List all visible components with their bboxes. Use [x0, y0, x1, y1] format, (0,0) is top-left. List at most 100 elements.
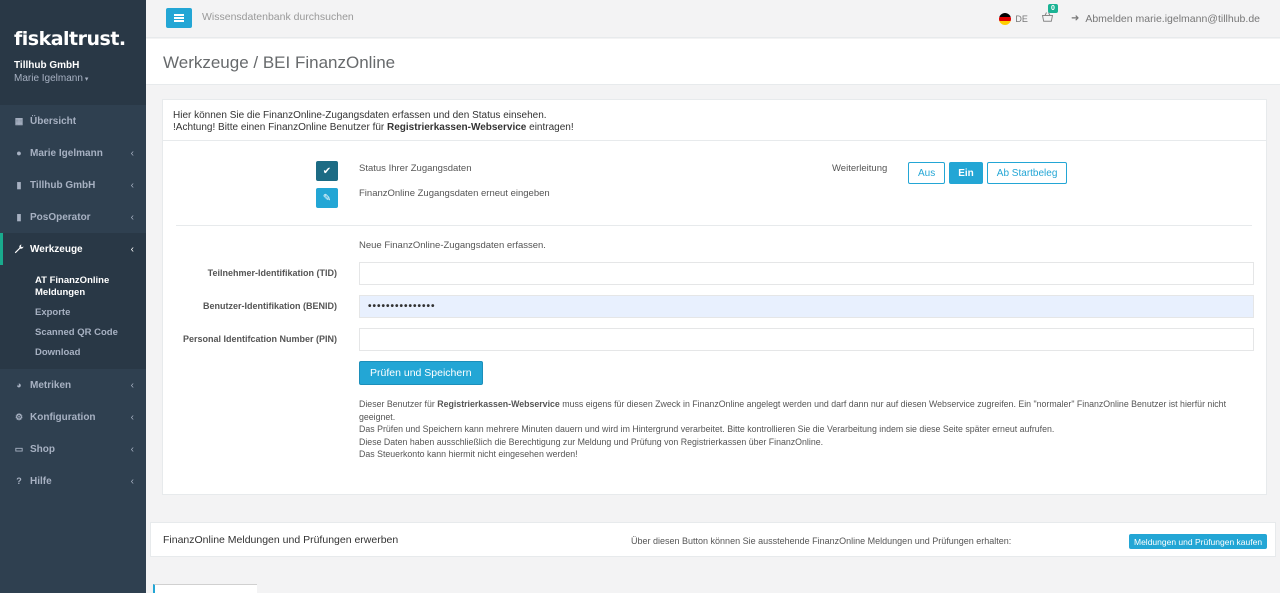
shopping-basket-icon — [1041, 12, 1054, 22]
partial-tab — [153, 584, 257, 593]
purchase-title: FinanzOnline Meldungen und Prüfungen erw… — [163, 534, 399, 546]
forward-label: Weiterleitung — [832, 163, 888, 174]
submenu-item-finanzonline[interactable]: AT FinanzOnline Meldungen — [0, 271, 146, 303]
german-flag-icon[interactable] — [999, 12, 1012, 25]
reenter-credentials-button[interactable]: ✎ — [316, 188, 338, 208]
chevron-left-icon: ‹ — [130, 147, 134, 159]
question-icon: ? — [16, 476, 22, 486]
chevron-left-icon: ‹ — [130, 243, 134, 255]
company-name: Tillhub GmbH — [14, 60, 80, 71]
intro-warning-text: !Achtung! Bitte einen FinanzOnline Benut… — [173, 122, 388, 133]
page-heading: Werkzeuge / BEI FinanzOnline — [146, 39, 1280, 85]
caret-down-icon: ▾ — [84, 76, 89, 83]
purchase-panel: FinanzOnline Meldungen und Prüfungen erw… — [150, 522, 1276, 557]
intro-line-1: Hier können Sie die FinanzOnline-Zugangs… — [173, 110, 547, 121]
sidebar-header: fiskaltrust. Tillhub GmbH Marie Igelmann… — [0, 0, 146, 105]
note-3: Diese Daten haben ausschließlich die Ber… — [359, 436, 824, 447]
form-intro: Neue FinanzOnline-Zugangsdaten erfassen. — [359, 240, 546, 251]
cart-icon: ▭ — [14, 443, 24, 454]
benid-input[interactable] — [359, 295, 1254, 318]
sidebar-item-label: Werkzeuge — [30, 243, 83, 255]
sidebar-item-user[interactable]: ● Marie Igelmann ‹ — [0, 137, 146, 169]
user-name: Marie Igelmann — [14, 73, 83, 84]
note-1-text: Dieser Benutzer für — [359, 399, 438, 409]
sidebar-nav: ▦ Übersicht ● Marie Igelmann ‹ ▮ Tillhub… — [0, 105, 146, 497]
save-button[interactable]: Prüfen und Speichern — [359, 361, 483, 385]
chevron-left-icon: ‹ — [130, 179, 134, 191]
brand-logo[interactable]: fiskaltrust. — [14, 28, 132, 50]
submenu-item-exporte[interactable]: Exporte — [0, 303, 146, 323]
chevron-left-icon: ‹ — [130, 443, 134, 455]
sign-out-icon: ➜ — [1070, 13, 1080, 24]
sidebar-item-label: Tillhub GmbH — [30, 179, 96, 191]
reenter-label: FinanzOnline Zugangsdaten erneut eingebe… — [359, 188, 550, 199]
user-icon: ● — [16, 148, 22, 158]
sidebar-item-label: Marie Igelmann — [30, 147, 103, 159]
sidebar: fiskaltrust. Tillhub GmbH Marie Igelmann… — [0, 0, 146, 593]
sidebar-item-shop[interactable]: ▭ Shop ‹ — [0, 433, 146, 465]
forward-from-start-button[interactable]: Ab Startbeleg — [986, 162, 1068, 184]
info-notes: Dieser Benutzer für Registrierkassen-Web… — [359, 398, 1254, 461]
check-icon: ✔ — [322, 165, 332, 177]
note-2: Das Prüfen und Speichern kann mehrere Mi… — [359, 424, 1055, 434]
building-icon: ▮ — [16, 179, 22, 190]
buy-button[interactable]: Meldungen und Prüfungen kaufen — [1129, 534, 1268, 549]
intro-warning-text-end: eintragen! — [526, 122, 574, 133]
intro-line-2: !Achtung! Bitte einen FinanzOnline Benut… — [173, 122, 1256, 134]
forward-toggle-group: Aus Ein Ab Startbeleg — [908, 162, 1068, 184]
chevron-left-icon: ‹ — [130, 379, 134, 391]
divider — [176, 225, 1252, 226]
pie-chart-icon: ◕ — [16, 380, 22, 390]
tid-label: Teilnehmer-Identifikation (TID) — [207, 268, 337, 278]
sidebar-item-konfiguration[interactable]: ⚙ Konfiguration ‹ — [0, 401, 146, 433]
chevron-left-icon: ‹ — [130, 411, 134, 423]
submenu-item-scanned-qr[interactable]: Scanned QR Code — [0, 323, 146, 343]
pin-input[interactable] — [359, 328, 1254, 351]
building-icon: ▮ — [16, 211, 22, 222]
finanzonline-panel: Hier können Sie die FinanzOnline-Zugangs… — [162, 99, 1267, 495]
cart-count-badge: 0 — [1047, 4, 1058, 13]
sidebar-item-uebersicht[interactable]: ▦ Übersicht — [0, 105, 146, 137]
sidebar-item-label: Konfiguration — [30, 411, 96, 423]
chevron-left-icon: ‹ — [130, 211, 134, 223]
tid-input[interactable] — [359, 262, 1254, 285]
logout-link[interactable]: Abmelden marie.igelmann@tillhub.de — [1085, 13, 1260, 25]
purchase-note: Über diesen Button können Sie ausstehend… — [631, 536, 1012, 546]
cart-button[interactable]: 0 — [1041, 4, 1058, 25]
status-check-button[interactable]: ✔ — [316, 161, 338, 181]
sidebar-item-werkzeuge[interactable]: Werkzeuge ‹ — [0, 233, 146, 265]
sidebar-submenu: AT FinanzOnline Meldungen Exporte Scanne… — [0, 265, 146, 369]
sidebar-item-label: Metriken — [30, 379, 72, 391]
language-label[interactable]: DE — [1015, 14, 1028, 24]
chevron-left-icon: ‹ — [130, 475, 134, 487]
note-1: Dieser Benutzer für Registrierkassen-Web… — [359, 398, 1254, 423]
note-1-bold: Registrierkassen-Webservice — [437, 399, 560, 409]
forward-on-button[interactable]: Ein — [949, 162, 983, 184]
sidebar-item-label: Shop — [30, 443, 55, 455]
user-dropdown[interactable]: Marie Igelmann ▾ — [14, 73, 132, 84]
search-input[interactable] — [202, 11, 362, 23]
edit-icon: ✎ — [322, 192, 332, 204]
sidebar-item-label: Übersicht — [30, 115, 77, 127]
status-label: Status Ihrer Zugangsdaten — [359, 163, 472, 174]
sidebar-item-company[interactable]: ▮ Tillhub GmbH ‹ — [0, 169, 146, 201]
sidebar-item-posoperator[interactable]: ▮ PosOperator ‹ — [0, 201, 146, 233]
sidebar-item-metriken[interactable]: ◕ Metriken ‹ — [0, 369, 146, 401]
sidebar-item-hilfe[interactable]: ? Hilfe ‹ — [0, 465, 146, 497]
cogs-icon: ⚙ — [14, 411, 24, 422]
note-4: Das Steuerkonto kann hiermit nicht einge… — [359, 449, 578, 459]
submenu-item-download[interactable]: Download — [0, 343, 146, 363]
intro-warning-bold: Registrierkassen-Webservice — [387, 122, 527, 133]
hamburger-icon — [174, 14, 184, 22]
page-title: Werkzeuge / BEI FinanzOnline — [163, 53, 396, 72]
topbar-right: DE 0 ➜ Abmelden marie.igelmann@tillhub.d… — [999, 4, 1260, 25]
pin-label: Personal Identifcation Number (PIN) — [182, 334, 337, 344]
sidebar-item-label: Hilfe — [30, 475, 52, 487]
th-large-icon: ▦ — [14, 115, 24, 126]
forward-off-button[interactable]: Aus — [908, 162, 946, 184]
sidebar-item-label: PosOperator — [30, 211, 91, 223]
topbar: DE 0 ➜ Abmelden marie.igelmann@tillhub.d… — [146, 0, 1280, 38]
benid-label: Benutzer-Identifikation (BENID) — [203, 301, 337, 311]
menu-toggle-button[interactable] — [166, 8, 192, 28]
wrench-icon — [14, 244, 24, 254]
